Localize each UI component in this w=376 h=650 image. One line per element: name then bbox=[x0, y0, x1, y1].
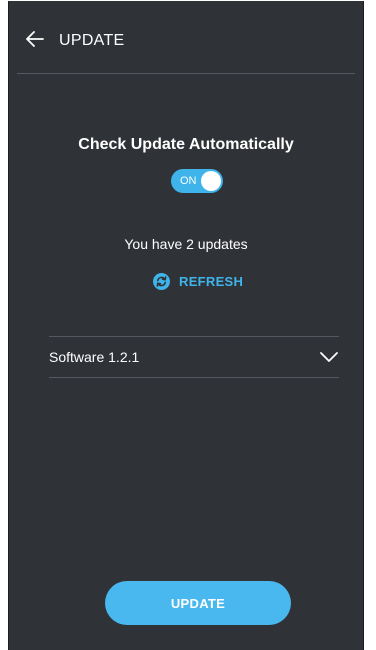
refresh-icon bbox=[153, 272, 170, 290]
chevron-down-icon bbox=[320, 352, 338, 362]
refresh-label: REFRESH bbox=[179, 273, 244, 289]
back-button[interactable] bbox=[23, 27, 47, 51]
header-divider bbox=[17, 73, 355, 74]
toggle-state-label: ON bbox=[180, 175, 197, 187]
toggle-knob bbox=[201, 171, 221, 191]
software-divider-bottom bbox=[49, 377, 339, 378]
auto-check-title: Check Update Automatically bbox=[78, 136, 294, 153]
software-version-label: Software 1.2.1 bbox=[49, 349, 140, 365]
arrow-left-icon bbox=[26, 31, 44, 47]
refresh-button[interactable]: REFRESH bbox=[153, 271, 243, 291]
updates-status-text: You have 2 updates bbox=[124, 236, 248, 252]
software-item[interactable]: Software 1.2.1 bbox=[49, 337, 339, 377]
update-button[interactable]: UPDATE bbox=[105, 581, 291, 625]
page-title: UPDATE bbox=[59, 32, 125, 49]
auto-check-toggle[interactable]: ON bbox=[171, 169, 223, 193]
update-screen: UPDATE Check Update Automatically ON You… bbox=[8, 1, 364, 650]
app-header: UPDATE bbox=[9, 1, 363, 73]
